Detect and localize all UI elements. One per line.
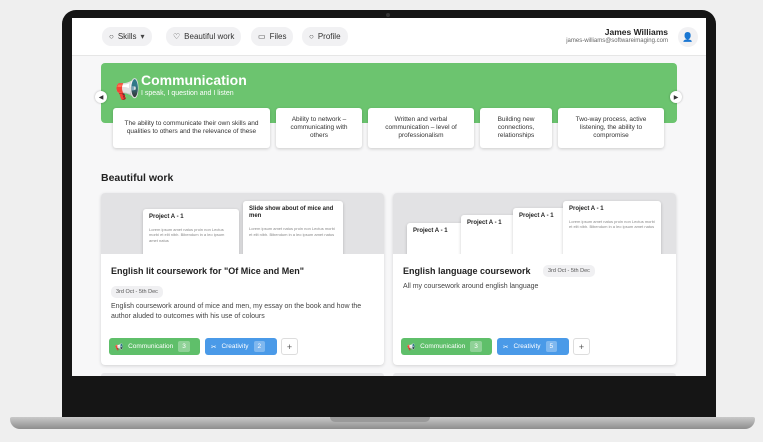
doc-title: Project A - 1 xyxy=(467,220,502,226)
add-tag-button[interactable]: + xyxy=(573,338,590,355)
work-title: English lit coursework for "Of Mice and … xyxy=(111,266,305,276)
doc-preview: Slide show about of mice and men Lorem i… xyxy=(243,201,343,254)
nav-skills-label: Skills xyxy=(117,32,137,41)
skill-card: Building new connections, relationships xyxy=(480,108,552,148)
next-arrow-icon[interactable]: ▶ xyxy=(670,91,682,103)
megaphone-icon: 📢 xyxy=(115,79,140,101)
nav-skills[interactable]: ○ Skills ▾ xyxy=(102,27,152,46)
tag-count: 3 xyxy=(178,341,190,352)
work-thumbnail: Project A - 1 Project A - 1 Project A - … xyxy=(393,193,676,254)
doc-preview: Project A - 1 xyxy=(407,223,465,254)
heart-icon: ♡ xyxy=(173,32,181,41)
prev-arrow-icon[interactable]: ◀ xyxy=(95,91,107,103)
skill-card: Written and verbal communication – level… xyxy=(368,108,474,148)
tag-label: Communication xyxy=(420,343,466,350)
tag-communication[interactable]: 📢 Communication 3 xyxy=(401,338,492,355)
doc-body: Lorem ipsum amet natus proin non Lectus … xyxy=(149,227,225,243)
app-screen: ○ Skills ▾ ♡ Beautiful work ▭ Files ○ Pr… xyxy=(72,18,706,376)
tag-creativity[interactable]: ✂ Creativity 5 xyxy=(497,338,569,355)
skill-card: The ability to communicate their own ski… xyxy=(113,108,270,148)
work-card-peek xyxy=(393,373,676,376)
doc-title: Project A - 1 xyxy=(149,214,184,220)
nav-files[interactable]: ▭ Files xyxy=(251,27,294,46)
work-card[interactable]: Project A - 1 Project A - 1 Project A - … xyxy=(393,193,676,365)
user-name: James Williams xyxy=(604,27,668,37)
webcam xyxy=(386,13,390,17)
doc-title: Project A - 1 xyxy=(569,206,604,212)
megaphone-icon: 📢 xyxy=(115,343,124,351)
work-description: All my coursework around english languag… xyxy=(403,283,539,290)
banner-subtitle: I speak, I question and I listen xyxy=(141,90,234,97)
work-card-peek xyxy=(101,373,384,376)
laptop-notch xyxy=(330,417,430,422)
add-tag-button[interactable]: + xyxy=(281,338,298,355)
date-badge: 3rd Oct - 5th Dec xyxy=(543,265,595,277)
doc-preview: Project A - 1 Lorem ipsum amet natus pro… xyxy=(563,201,661,254)
doc-preview: Project A - 1 xyxy=(461,215,519,254)
work-card[interactable]: Project A - 1 Lorem ipsum amet natus pro… xyxy=(101,193,384,365)
user-email: james-williams@softwareimaging.com xyxy=(566,38,668,44)
top-nav: ○ Skills ▾ ♡ Beautiful work ▭ Files ○ Pr… xyxy=(72,18,706,56)
doc-title: Slide show about of mice and men xyxy=(249,206,334,220)
tag-label: Creativity xyxy=(221,343,249,350)
tag-count: 2 xyxy=(253,341,266,352)
tag-label: Communication xyxy=(128,343,174,350)
doc-body: Lorem ipsum amet natus proin non Lectus … xyxy=(569,219,655,230)
skill-card: Ability to network – communicating with … xyxy=(276,108,362,148)
tag-creativity[interactable]: ✂ Creativity 2 xyxy=(205,338,277,355)
nav-files-label: Files xyxy=(269,32,287,41)
tag-label: Creativity xyxy=(513,343,541,350)
doc-title: Project A - 1 xyxy=(413,228,448,234)
chevron-down-icon: ▾ xyxy=(140,32,145,41)
circle-icon: ○ xyxy=(309,32,314,41)
doc-body: Lorem ipsum amet natus proin non Lectus … xyxy=(249,226,335,237)
megaphone-icon: 📢 xyxy=(407,343,416,351)
doc-preview: Project A - 1 Lorem ipsum amet natus pro… xyxy=(143,209,239,254)
nav-profile-label: Profile xyxy=(317,32,341,41)
work-thumbnail: Project A - 1 Lorem ipsum amet natus pro… xyxy=(101,193,384,254)
folder-icon: ▭ xyxy=(258,32,266,41)
banner-title: Communication xyxy=(141,72,247,88)
doc-title: Project A - 1 xyxy=(519,213,554,219)
section-title: Beautiful work xyxy=(101,172,174,184)
circle-icon: ○ xyxy=(109,32,114,41)
tag-communication[interactable]: 📢 Communication 3 xyxy=(109,338,200,355)
creativity-icon: ✂ xyxy=(211,343,217,351)
date-badge: 3rd Oct - 5th Dec xyxy=(111,286,163,298)
user-info: James Williams james-williams@softwareim… xyxy=(566,27,668,44)
nav-profile[interactable]: ○ Profile xyxy=(302,27,348,46)
nav-beautiful-work[interactable]: ♡ Beautiful work xyxy=(166,27,242,46)
nav-beautiful-work-label: Beautiful work xyxy=(184,32,235,41)
tag-count: 5 xyxy=(545,341,558,352)
work-description: English coursework around of mice and me… xyxy=(111,303,362,320)
skill-card: Two-way process, active listening, the a… xyxy=(558,108,664,148)
tag-count: 3 xyxy=(470,341,482,352)
user-icon[interactable]: 👤 xyxy=(678,27,698,47)
work-title: English language coursework xyxy=(403,266,531,276)
creativity-icon: ✂ xyxy=(503,343,509,351)
